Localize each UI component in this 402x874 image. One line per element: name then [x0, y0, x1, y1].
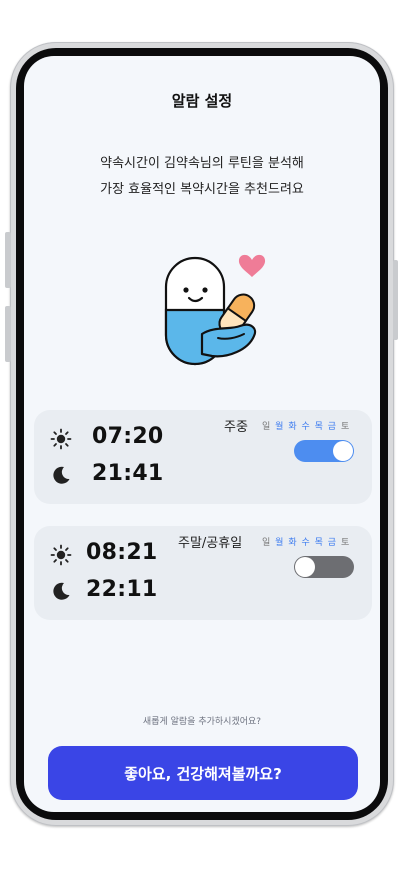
day-sat[interactable]: 토	[341, 538, 350, 548]
alarm-card-weekday[interactable]: 07:20 21:41 주중 일 월 화 수 목 금 토	[34, 410, 372, 504]
alarm-toggle[interactable]	[294, 440, 354, 462]
day-thu[interactable]: 목	[315, 538, 324, 548]
toggle-knob	[295, 557, 315, 577]
app-screen: 알람 설정 약속시간이 김약속님의 루틴을 분석해 가장 효율적인 복약시간을 …	[24, 56, 380, 812]
night-time[interactable]: 21:41	[92, 461, 164, 486]
day-wed[interactable]: 수	[301, 538, 310, 548]
confirm-button[interactable]: 좋아요, 건강해져볼까요?	[48, 746, 358, 800]
intro-line-2: 가장 효율적인 복약시간을 추천드려요	[100, 182, 304, 197]
day-sat[interactable]: 토	[341, 422, 350, 432]
morning-time[interactable]: 08:21	[86, 540, 158, 565]
morning-time[interactable]: 07:20	[92, 424, 164, 449]
alarm-label: 주말/공휴일	[178, 536, 243, 551]
day-tue[interactable]: 화	[288, 422, 297, 432]
toggle-knob	[333, 441, 353, 461]
day-wed[interactable]: 수	[301, 422, 310, 432]
phone-side-button	[5, 306, 11, 362]
day-mon[interactable]: 월	[275, 422, 284, 432]
day-selector: 일 월 화 수 목 금 토	[262, 535, 350, 548]
alarm-toggle[interactable]	[294, 556, 354, 578]
phone-side-button	[5, 232, 11, 288]
pill-mascot-illustration	[164, 254, 266, 366]
night-time[interactable]: 22:11	[86, 577, 158, 602]
day-sun[interactable]: 일	[262, 422, 271, 432]
alarm-card-weekend[interactable]: 08:21 22:11 주말/공휴일 일 월 화 수 목 금 토	[34, 526, 372, 620]
intro-line-1: 약속시간이 김약속님의 루틴을 분석해	[100, 156, 304, 171]
day-thu[interactable]: 목	[315, 422, 324, 432]
add-alarm-hint[interactable]: 새롭게 알람을 추가하시겠어요?	[24, 714, 380, 727]
day-fri[interactable]: 금	[328, 422, 337, 432]
page-title: 알람 설정	[171, 92, 233, 110]
day-tue[interactable]: 화	[288, 538, 297, 548]
moon-icon	[53, 466, 70, 484]
day-mon[interactable]: 월	[275, 538, 284, 548]
phone-power-button	[393, 260, 398, 340]
moon-icon	[53, 582, 70, 600]
heart-icon	[238, 254, 266, 277]
day-fri[interactable]: 금	[328, 538, 337, 548]
day-selector: 일 월 화 수 목 금 토	[262, 419, 350, 432]
day-sun[interactable]: 일	[262, 538, 271, 548]
sun-icon	[50, 428, 72, 450]
sun-icon	[50, 544, 72, 566]
alarm-label: 주중	[224, 420, 248, 435]
